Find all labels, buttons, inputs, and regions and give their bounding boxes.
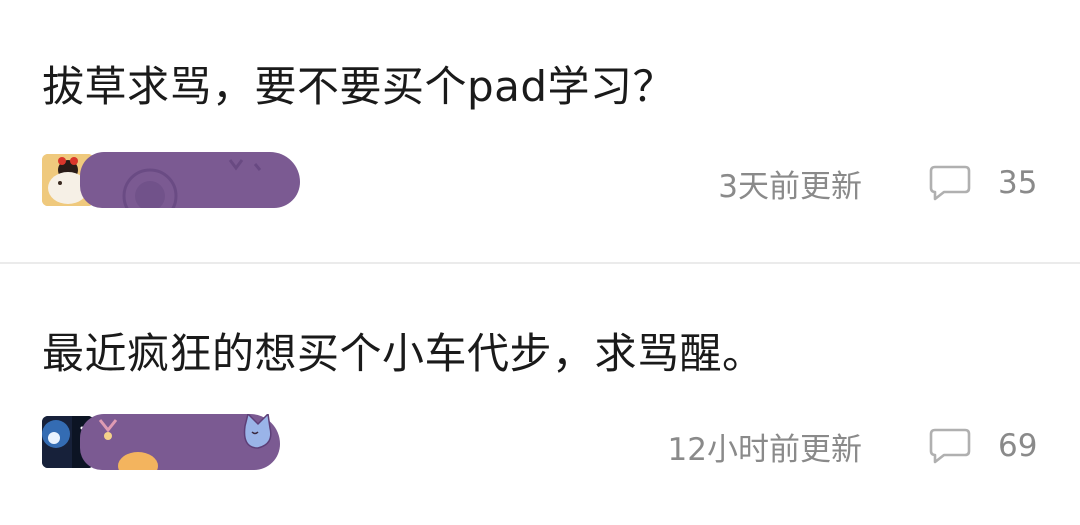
- comment-count: 69: [998, 428, 1038, 464]
- comment-count-button[interactable]: 69: [928, 426, 1038, 466]
- post-meta: 3天前更新 35: [718, 153, 1038, 213]
- post-title[interactable]: 拔草求骂，要不要买个pad学习？: [42, 62, 675, 112]
- username-redaction: [80, 152, 300, 208]
- updated-time: 3天前更新: [718, 168, 862, 205]
- speech-bubble-icon[interactable]: [928, 426, 972, 466]
- author-block[interactable]: [42, 152, 304, 208]
- username-redaction: [80, 414, 280, 470]
- author-block[interactable]: [42, 414, 304, 470]
- comment-count: 35: [998, 165, 1038, 201]
- post-item-2[interactable]: 最近疯狂的想买个小车代步，求骂醒。 12小时前更新 69: [0, 264, 1080, 525]
- post-title[interactable]: 最近疯狂的想买个小车代步，求骂醒。: [42, 329, 765, 379]
- post-meta: 12小时前更新 69: [668, 416, 1038, 476]
- speech-bubble-icon[interactable]: [928, 163, 972, 203]
- post-item-1[interactable]: 拔草求骂，要不要买个pad学习？ 3天前更新 35: [0, 0, 1080, 262]
- comment-count-button[interactable]: 35: [928, 163, 1038, 203]
- updated-time: 12小时前更新: [667, 431, 862, 468]
